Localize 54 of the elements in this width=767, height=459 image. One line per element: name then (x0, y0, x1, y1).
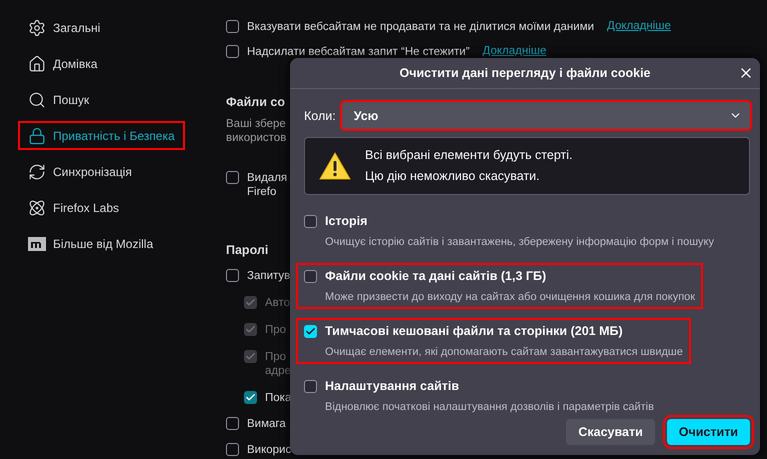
checkbox[interactable] (226, 269, 239, 282)
sync-icon (28, 162, 46, 180)
cancel-button[interactable]: Скасувати (566, 419, 655, 445)
checkbox[interactable] (304, 270, 317, 282)
sidebar-item[interactable]: Firefox Labs (20, 195, 170, 220)
checkbox-label: Викорис (247, 443, 292, 457)
clear-button[interactable]: Очистити (666, 419, 750, 445)
option-label: Історія (325, 214, 368, 228)
atom-icon (28, 198, 46, 216)
option-description: Може призвести до виходу на сайтах або очищення кошика для покупок (325, 291, 696, 303)
time-range-select[interactable]: Усю (342, 102, 750, 129)
checkbox[interactable] (304, 214, 317, 228)
home-icon (28, 54, 46, 72)
sidebar-item[interactable]: Пошук (20, 87, 170, 112)
option-label: Файли cookie та дані сайтів (1,3 ГБ) (325, 269, 546, 283)
checkbox-label: Надсилати вебсайтам запит “Не стежити” (247, 45, 470, 59)
warning-text: Всі вибрані елементи будуть стерті. Цю дію неможливо скасувати. (365, 147, 573, 185)
section-description: Ваші збере використов (226, 117, 286, 145)
sidebar-item[interactable]: Загальні (20, 15, 170, 40)
option-description: Відновлює початкові налаштування дозволів і параметрів сайтів (325, 401, 654, 413)
checkbox-label: Про адре (265, 350, 291, 378)
settings-icon (28, 18, 46, 36)
checkbox-label: Авто (265, 296, 290, 310)
search-icon (28, 90, 46, 108)
sidebar-item[interactable]: Синхронізація (20, 159, 170, 184)
time-range-label: Коли: (304, 108, 336, 122)
checkbox[interactable] (244, 391, 257, 404)
learn-more-link[interactable]: Докладніше (482, 45, 546, 57)
option-label: Налаштування сайтів (325, 379, 460, 393)
checkbox-label: Вимага (247, 417, 286, 431)
option-description: Очищує історію сайтів і завантажень, збережену інформацію форм і пошуку (325, 236, 714, 248)
checkbox[interactable] (304, 380, 317, 392)
checkbox[interactable] (226, 443, 239, 456)
learn-more-link[interactable]: Докладніше (607, 20, 671, 32)
sidebar-item[interactable]: Домівка (20, 51, 170, 76)
sidebar-item[interactable]: Приватність і Безпека (20, 123, 183, 148)
warning-icon (319, 152, 351, 180)
checkbox-label: Вказувати вебсайтам не продавати та не ділитися моїми даними (247, 20, 594, 34)
lock-icon (28, 126, 46, 144)
option-label: Тимчасові кешовані файли та сторінки (201 МБ) (325, 324, 623, 338)
dialog-title: Очистити дані перегляду і файли cookie (399, 66, 651, 80)
checkbox[interactable] (304, 324, 317, 338)
section-heading: Паролі (226, 243, 268, 257)
checkbox-label: Про (265, 323, 286, 337)
checkbox-label: Запитув (247, 269, 290, 283)
checkbox[interactable] (226, 417, 239, 430)
checkbox[interactable] (226, 20, 239, 33)
option-description: Очищає елементи, які допомагають сайтам завантажуватися швидше (325, 346, 683, 358)
checkbox[interactable] (226, 45, 239, 58)
section-heading: Файли co (226, 95, 285, 109)
sidebar-item[interactable]: Більше від Mozilla (20, 231, 170, 256)
checkbox[interactable] (226, 171, 239, 184)
checkbox-label: Видаля Firefo (247, 171, 288, 199)
mozilla-icon (28, 234, 46, 252)
